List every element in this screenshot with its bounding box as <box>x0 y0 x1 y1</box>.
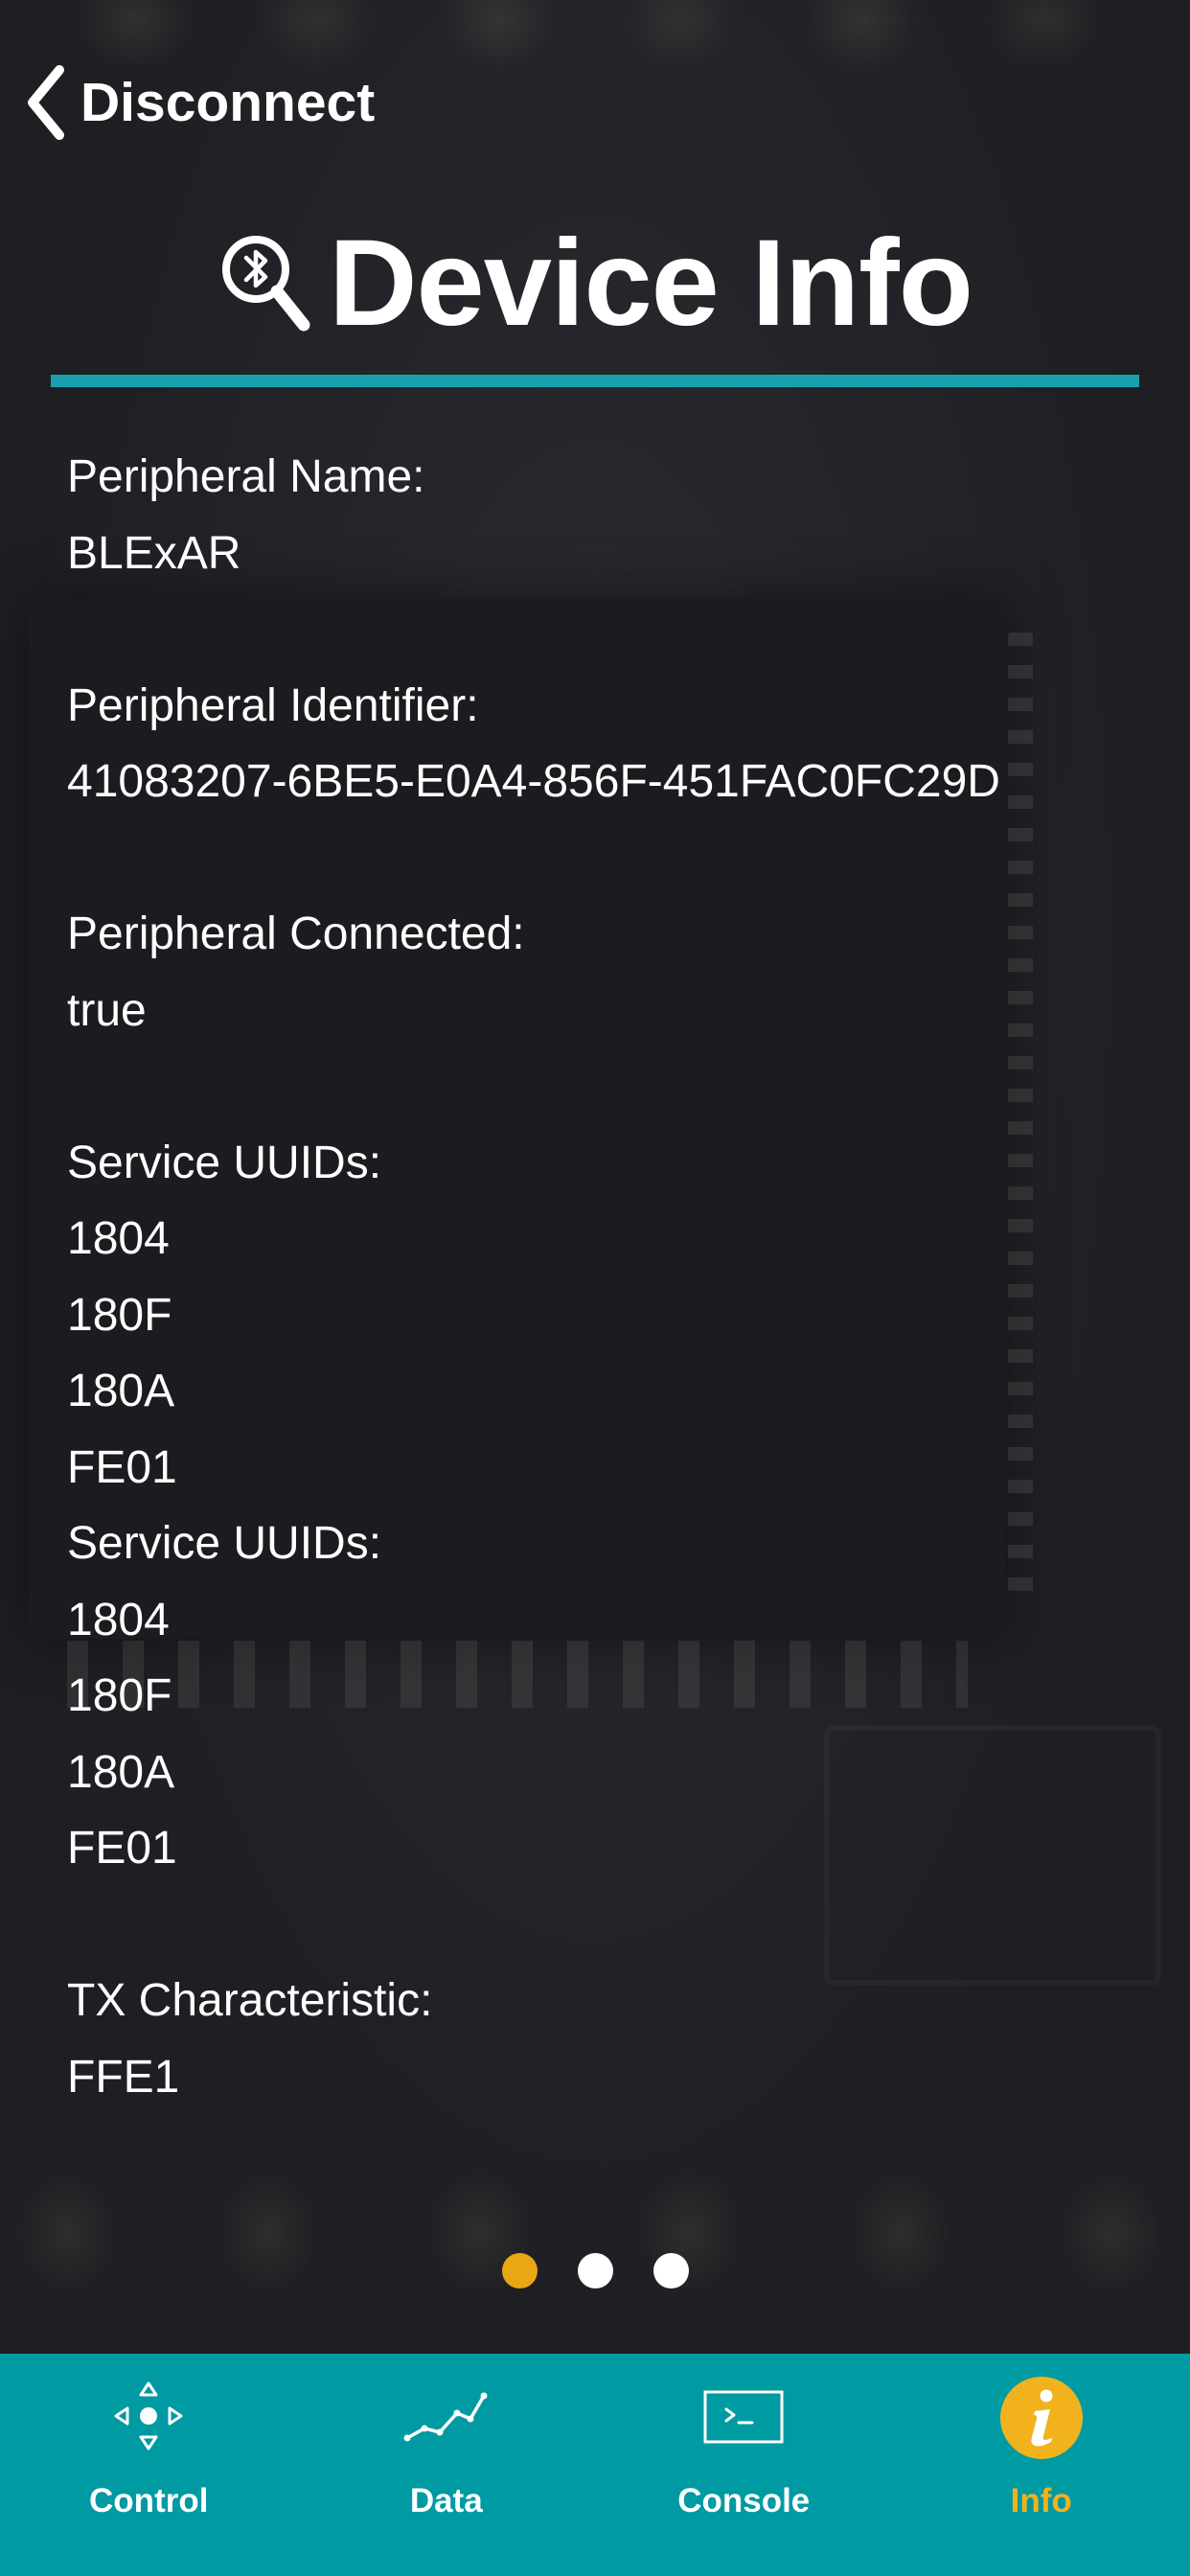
chevron-left-icon <box>28 65 64 140</box>
page-header: Device Info <box>0 206 1190 359</box>
service-uuid-item: FE01 <box>67 1823 177 1874</box>
title-divider <box>51 375 1139 387</box>
bluetooth-search-icon <box>222 236 310 332</box>
tab-info-label: Info <box>1010 2482 1072 2519</box>
page-dot-2[interactable] <box>577 2252 613 2288</box>
tab-data[interactable]: Data <box>298 2354 596 2576</box>
peripheral-name-value: BLExAR <box>67 527 241 579</box>
tx-characteristic-label: TX Characteristic: <box>67 1975 433 2026</box>
tx-characteristic-value: FFE1 <box>67 2051 180 2103</box>
service-uuid-item: 180A <box>67 1366 175 1416</box>
service-uuids-section: Service UUIDs: 1804 180F 180A FE01 <box>67 1506 1159 1887</box>
page-title: Device Info <box>329 214 973 352</box>
service-uuid-item: 1804 <box>67 1213 170 1264</box>
terminal-icon <box>703 2390 784 2444</box>
service-uuids-label: Service UUIDs: <box>67 1518 382 1569</box>
device-info-list: Peripheral Name: BLExAR Peripheral Ident… <box>67 439 1159 2115</box>
service-uuid-item: 180F <box>67 1289 172 1341</box>
peripheral-identifier-section: Peripheral Identifier: 41083207-6BE5-E0A… <box>67 668 1159 820</box>
tab-console[interactable]: Console <box>595 2354 893 2576</box>
tab-bar: Control Data Console Info <box>0 2354 1190 2576</box>
disconnect-button[interactable]: Disconnect <box>25 59 375 146</box>
line-chart-icon <box>403 2392 488 2442</box>
peripheral-identifier-label: Peripheral Identifier: <box>67 679 479 731</box>
page-dot-3[interactable] <box>652 2252 689 2288</box>
background-solder-pads-bottom <box>0 2089 1190 2354</box>
page-dot-1[interactable] <box>501 2252 538 2288</box>
peripheral-connected-label: Peripheral Connected: <box>67 908 525 959</box>
tab-data-label: Data <box>409 2482 483 2519</box>
tab-control-label: Control <box>89 2482 209 2519</box>
page-indicator[interactable] <box>0 2252 1190 2288</box>
service-uuids-section: Service UUIDs: 1804 180F 180A FE01 <box>67 1125 1159 1506</box>
peripheral-connected-section: Peripheral Connected: true <box>67 896 1159 1048</box>
peripheral-name-section: Peripheral Name: BLExAR <box>67 439 1159 591</box>
service-uuids-label: Service UUIDs: <box>67 1137 382 1188</box>
service-uuid-item: 180A <box>67 1746 175 1798</box>
device-info-screen: Disconnect Device Info Peripheral Name: … <box>0 0 1190 2576</box>
peripheral-identifier-value: 41083207-6BE5-E0A4-856F-451FAC0FC29D <box>67 756 1000 807</box>
tab-console-label: Console <box>677 2482 811 2519</box>
move-arrows-icon <box>114 2381 183 2450</box>
tab-control[interactable]: Control <box>0 2354 298 2576</box>
service-uuid-item: 180F <box>67 1670 172 1721</box>
info-icon <box>999 2377 1083 2459</box>
peripheral-connected-value: true <box>67 984 147 1036</box>
service-uuid-item: FE01 <box>67 1441 177 1493</box>
service-uuid-item: 1804 <box>67 1594 170 1645</box>
disconnect-label: Disconnect <box>80 72 376 133</box>
tab-info[interactable]: Info <box>893 2354 1190 2576</box>
peripheral-name-label: Peripheral Name: <box>67 451 425 502</box>
tx-characteristic-section: TX Characteristic: FFE1 <box>67 1963 1159 2115</box>
